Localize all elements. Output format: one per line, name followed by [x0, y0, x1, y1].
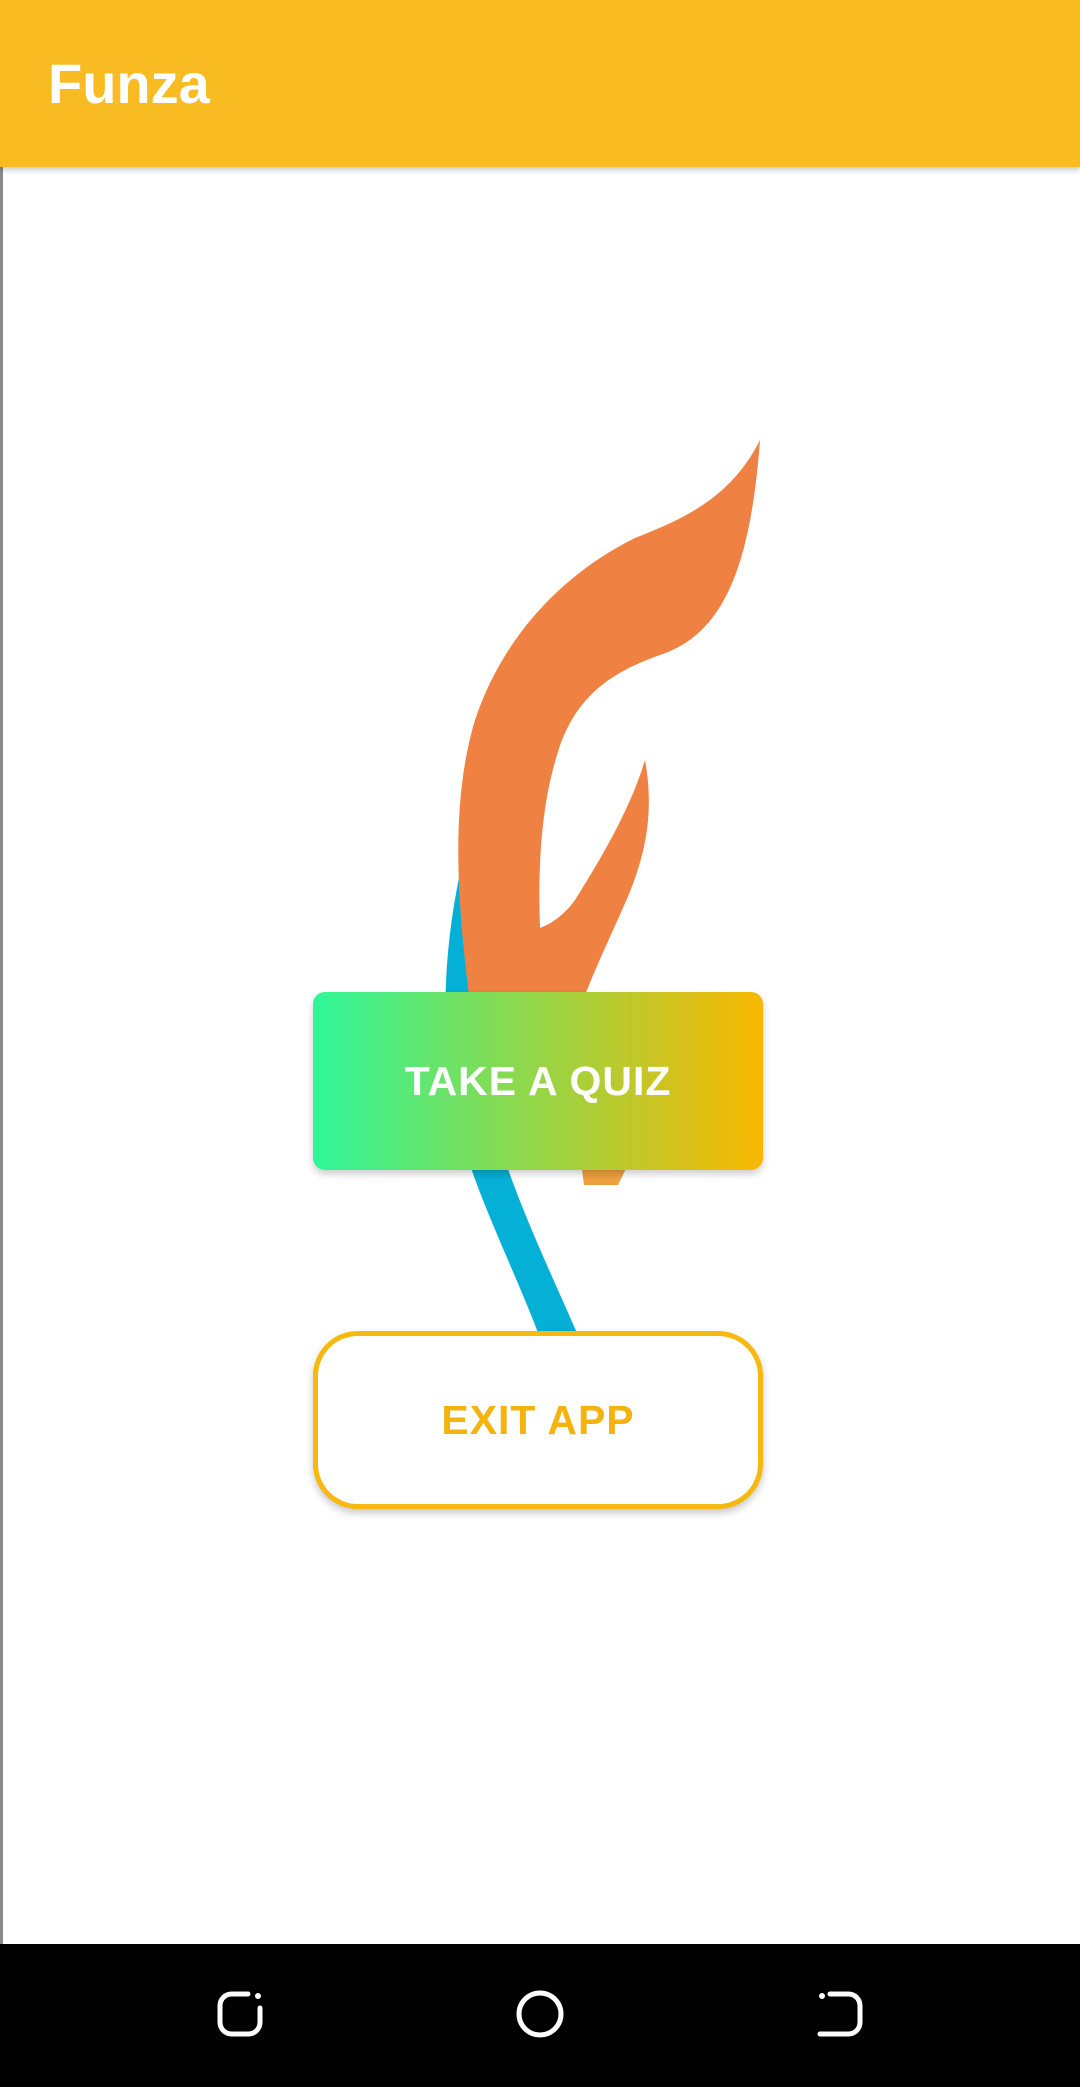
app-bar: Funza — [0, 0, 1080, 167]
back-icon[interactable] — [800, 1974, 880, 2054]
exit-app-button[interactable]: EXIT APP — [313, 1331, 763, 1509]
app-screen: Funza TAKE A QUIZ EXIT APP — [0, 0, 1080, 2087]
take-quiz-label: TAKE A QUIZ — [404, 1057, 672, 1104]
left-edge-divider — [0, 167, 3, 1944]
exit-app-label: EXIT APP — [441, 1396, 635, 1443]
flame-logo-icon — [340, 440, 760, 1475]
app-title: Funza — [48, 52, 210, 115]
system-nav-bar — [0, 1944, 1080, 2087]
recent-apps-icon[interactable] — [200, 1974, 280, 2054]
home-icon[interactable] — [500, 1974, 580, 2054]
take-quiz-button[interactable]: TAKE A QUIZ — [313, 992, 763, 1170]
